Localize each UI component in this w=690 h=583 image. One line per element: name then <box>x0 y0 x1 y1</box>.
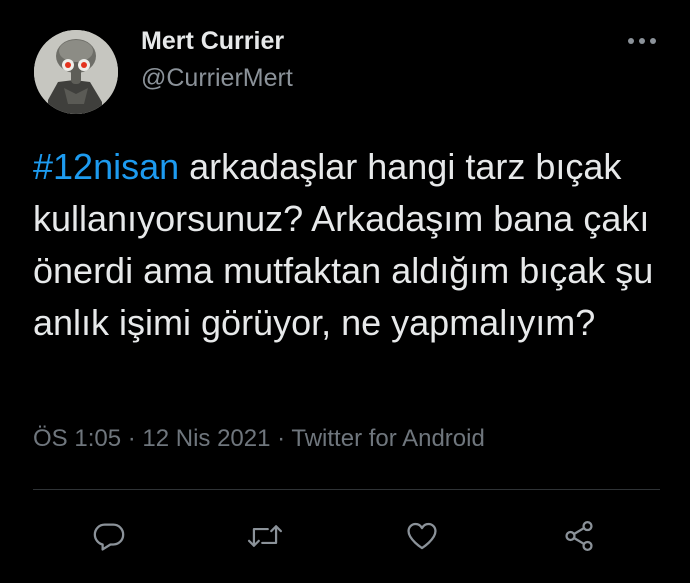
author-handle[interactable]: @CurrierMert <box>141 64 293 93</box>
tweet-actions <box>0 511 690 561</box>
retweet-icon <box>247 525 283 547</box>
more-horizontal-icon <box>628 38 656 44</box>
like-icon <box>407 522 437 550</box>
squidward-avatar-icon <box>34 30 118 114</box>
tweet-meta: ÖS 1:05 · 12 Nis 2021 · Twitter for Andr… <box>33 425 485 453</box>
tweet-card: Mert Currier @CurrierMert #12nisan arkad… <box>0 0 690 583</box>
reply-button[interactable] <box>84 511 134 561</box>
more-options-button[interactable] <box>624 28 660 54</box>
tweet-date[interactable]: 12 Nis 2021 <box>142 425 270 452</box>
author-display-name[interactable]: Mert Currier <box>141 27 284 56</box>
retweet-button[interactable] <box>240 511 290 561</box>
share-icon <box>565 520 593 552</box>
avatar[interactable] <box>34 30 118 114</box>
divider <box>33 489 660 490</box>
share-button[interactable] <box>554 511 604 561</box>
like-button[interactable] <box>397 511 447 561</box>
hashtag-link[interactable]: #12nisan <box>33 146 179 187</box>
tweet-source[interactable]: Twitter for Android <box>291 425 484 452</box>
tweet-text: #12nisan arkadaşlar hangi tarz bıçak kul… <box>33 141 663 349</box>
reply-icon <box>93 523 125 551</box>
tweet-time[interactable]: ÖS 1:05 <box>33 425 121 452</box>
meta-separator: · <box>270 425 292 452</box>
meta-separator: · <box>121 425 143 452</box>
